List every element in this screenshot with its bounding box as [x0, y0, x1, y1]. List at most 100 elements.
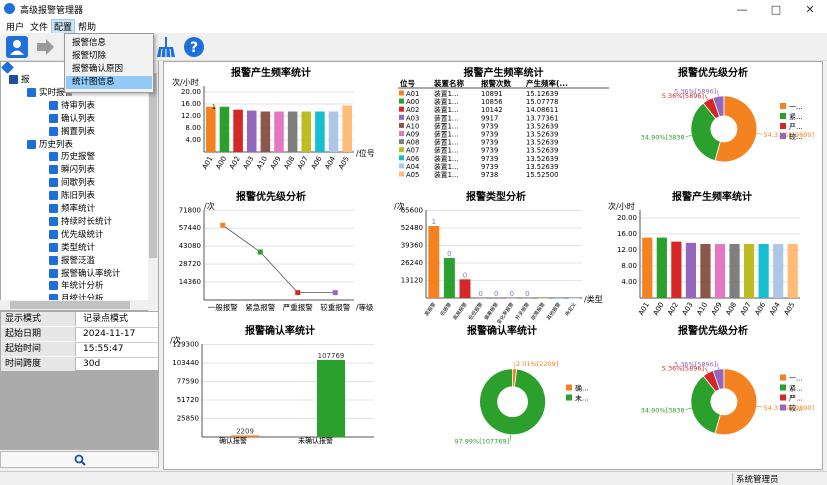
x-tick-label: A05	[337, 155, 351, 171]
bar	[491, 298, 502, 299]
tree-item[interactable]: 报	[9, 74, 30, 86]
label-leader	[705, 368, 708, 373]
tree-item[interactable]: 持续时长统计	[49, 216, 112, 228]
chart-title: 报警优先级分析	[236, 190, 306, 203]
x-tick-label: 其他报警	[545, 301, 562, 321]
table-cell: 15.12639	[526, 90, 558, 98]
table-cell: 13.52639	[526, 139, 558, 147]
menu-config[interactable]: 配置	[51, 19, 75, 34]
x-tick-label: A03	[681, 301, 695, 317]
chart-title: 报警产生频率统计	[672, 190, 752, 203]
data-label: 1	[212, 104, 216, 111]
x-tick-label: A00	[214, 155, 228, 171]
tree-item[interactable]: 年统计分析	[49, 280, 104, 292]
table-cell: A04	[406, 163, 419, 171]
x-tick-label: 未确认报警	[298, 436, 333, 445]
table-cell: 装置1...	[434, 154, 458, 163]
tree-horizontal-scrollbar[interactable]	[0, 300, 148, 310]
label-leader	[717, 90, 718, 96]
table-cell: A01	[406, 90, 419, 98]
x-tick-label: A02	[228, 155, 242, 171]
maximize-icon[interactable]: □	[759, 0, 793, 19]
tree-item[interactable]: 搁置列表	[49, 126, 95, 138]
tree-item[interactable]: 频率统计	[49, 203, 95, 215]
data-point	[333, 290, 338, 295]
label-leader	[686, 135, 692, 136]
row-color-swatch	[399, 123, 404, 128]
tree-item[interactable]: 间歇列表	[49, 177, 95, 189]
y-tick-label: 77590	[177, 377, 199, 385]
tree-item[interactable]: 优先级统计	[49, 229, 104, 241]
app-icon	[4, 3, 15, 14]
tree-panel: 报实时报警待审列表确认列表搁置列表历史列表历史报警瞬闪列表间歇列表陈旧列表频率统…	[0, 61, 159, 311]
menu-help[interactable]: 帮助	[76, 20, 98, 33]
x-tick-label: A10	[695, 301, 709, 317]
tree-item[interactable]: 类型统计	[49, 242, 95, 254]
menu-item-chart-info[interactable]: 统计图信息	[66, 76, 152, 89]
export-icon[interactable]	[34, 36, 56, 58]
tree-item[interactable]: 报警确认率统计	[49, 268, 121, 280]
x-tick-label: A07	[739, 301, 753, 317]
pie-slice	[480, 369, 546, 435]
table-cell: 15.07778	[526, 98, 558, 106]
table-cell: 装置1...	[434, 130, 458, 139]
y-tick-label: 129300	[172, 341, 199, 349]
tree-item[interactable]: 待审列表	[49, 100, 95, 112]
folder-icon	[9, 75, 18, 84]
slice-label: 97.99%[107769]	[454, 438, 509, 446]
y-tick-label: 13120	[401, 277, 423, 285]
row-color-swatch	[399, 99, 404, 104]
row-color-swatch	[399, 163, 404, 168]
data-label: 2209	[236, 427, 254, 435]
x-tick-label: 故障报警	[529, 301, 546, 321]
tree-item[interactable]: 历史报警	[49, 151, 95, 163]
table-cell: 15.52500	[526, 171, 558, 179]
slice-label: 2.01%[2209]	[516, 360, 558, 368]
x-tick-label: A09	[710, 301, 724, 317]
tree-root-icon[interactable]	[3, 62, 15, 74]
menu-user[interactable]: 用户	[4, 20, 26, 33]
chart-panel: 报警产生频率统计次/小时4.008.0012.0016.0020.00A01A0…	[163, 61, 823, 470]
bar	[759, 244, 769, 298]
table-cell: 13.52639	[526, 163, 558, 171]
menu-file[interactable]: 文件	[28, 20, 50, 33]
tree-item[interactable]: 历史列表	[27, 139, 73, 151]
table-cell: A03	[406, 114, 419, 122]
table-header: 位号	[400, 78, 415, 88]
data-label: 0	[510, 290, 514, 298]
menu-item-alarm-cutoff[interactable]: 报警切除	[66, 50, 152, 63]
table-cell: 9739	[481, 122, 498, 130]
chart-title: 报警确认率统计	[467, 324, 537, 337]
tree-vertical-scrollbar[interactable]	[148, 61, 158, 311]
minimize-icon[interactable]: —	[725, 0, 759, 19]
x-tick-label: 确认报警	[219, 436, 247, 445]
table-cell: A09	[406, 131, 419, 139]
help-icon[interactable]: ?	[183, 36, 205, 58]
tree-item[interactable]: 确认列表	[49, 113, 95, 125]
x-tick-label: A08	[724, 301, 738, 317]
y-tick-label: 4.00	[185, 136, 201, 144]
tree-item[interactable]: 瞬闪列表	[49, 164, 95, 176]
x-tick-label: 紧急报警	[245, 302, 275, 312]
clean-icon[interactable]	[155, 36, 177, 58]
bar	[428, 226, 439, 298]
bar	[302, 112, 312, 153]
data-label: 0	[525, 290, 529, 298]
menu-item-alarm-info[interactable]: 报警信息	[66, 37, 152, 50]
legend-swatch	[780, 405, 786, 411]
tree-item[interactable]: 陈旧列表	[49, 190, 95, 202]
user-icon[interactable]	[6, 36, 28, 58]
menu-item-alarm-confirm-reason[interactable]: 报警确认原因	[66, 63, 152, 76]
bar	[506, 298, 517, 299]
search-button[interactable]	[0, 451, 159, 468]
chart-title: 报警确认率统计	[245, 324, 315, 337]
tree-item[interactable]: 报警泛滥	[49, 255, 95, 267]
x-tick-label: 未定义	[563, 301, 577, 317]
table-cell: A10	[406, 122, 419, 130]
search-icon	[74, 454, 86, 466]
close-icon[interactable]: ✕	[793, 0, 827, 19]
x-tick-label: 高高报警	[451, 301, 468, 321]
x-tick-label: A00	[652, 301, 666, 317]
y-tick-label: 43080	[179, 242, 201, 250]
y-tick-label: 51720	[177, 396, 199, 404]
